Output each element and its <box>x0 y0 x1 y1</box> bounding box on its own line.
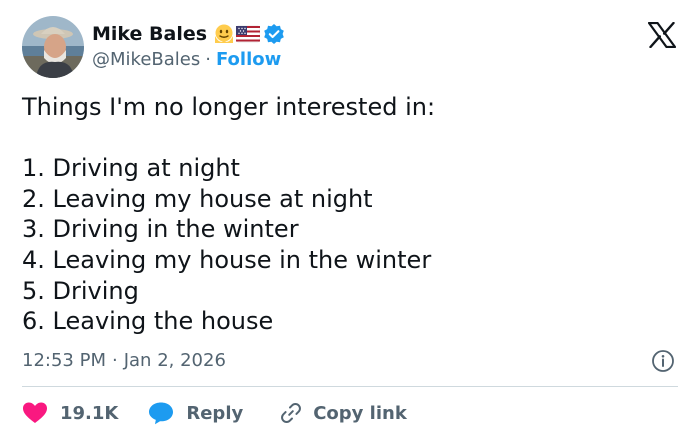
melting-face-emoji-icon <box>213 23 235 45</box>
post-date[interactable]: Jan 2, 2026 <box>124 350 226 371</box>
follow-button[interactable]: Follow <box>216 49 281 70</box>
author-handle-row: @MikeBales · Follow <box>92 46 281 72</box>
like-count: 19.1K <box>60 402 119 424</box>
tweet-intro: Things I'm no longer interested in: <box>22 93 436 121</box>
author-display-name[interactable]: Mike Bales <box>92 23 207 45</box>
tweet-card: Mike Bales @MikeBales · Follow Things I'… <box>0 0 700 440</box>
time-separator: · <box>111 349 118 371</box>
us-flag-icon <box>235 25 261 43</box>
like-button[interactable]: 19.1K <box>22 401 118 425</box>
heart-icon <box>22 401 48 425</box>
list-item: 4. Leaving my house in the winter <box>22 245 432 274</box>
info-icon[interactable] <box>651 349 675 373</box>
divider <box>22 386 678 387</box>
list-item: 5. Driving <box>22 276 139 305</box>
verified-badge-icon[interactable] <box>263 23 285 45</box>
list-item: 3. Driving in the winter <box>22 215 299 244</box>
list-item: 2. Leaving my house at night <box>22 184 373 213</box>
list-item: 1. Driving at night <box>22 154 240 183</box>
handle-separator: · <box>205 48 211 70</box>
x-logo-icon[interactable] <box>647 21 677 49</box>
action-bar: 19.1K Reply Copy link <box>22 398 407 428</box>
list-item: 6. Leaving the house <box>22 307 274 336</box>
link-icon <box>279 401 303 425</box>
reply-label: Reply <box>186 402 244 424</box>
author-name-row: Mike Bales <box>92 20 285 48</box>
copy-link-button[interactable]: Copy link <box>279 401 407 425</box>
reply-bubble-icon <box>148 401 174 425</box>
reply-button[interactable]: Reply <box>148 401 243 425</box>
author-handle[interactable]: @MikeBales <box>92 49 200 70</box>
tweet-text: Things I'm no longer interested in: 1. D… <box>22 92 682 337</box>
copy-link-label: Copy link <box>313 402 407 424</box>
avatar[interactable] <box>22 16 84 78</box>
timestamp-row[interactable]: 12:53 PM · Jan 2, 2026 <box>22 346 226 374</box>
post-time[interactable]: 12:53 PM <box>22 350 106 371</box>
